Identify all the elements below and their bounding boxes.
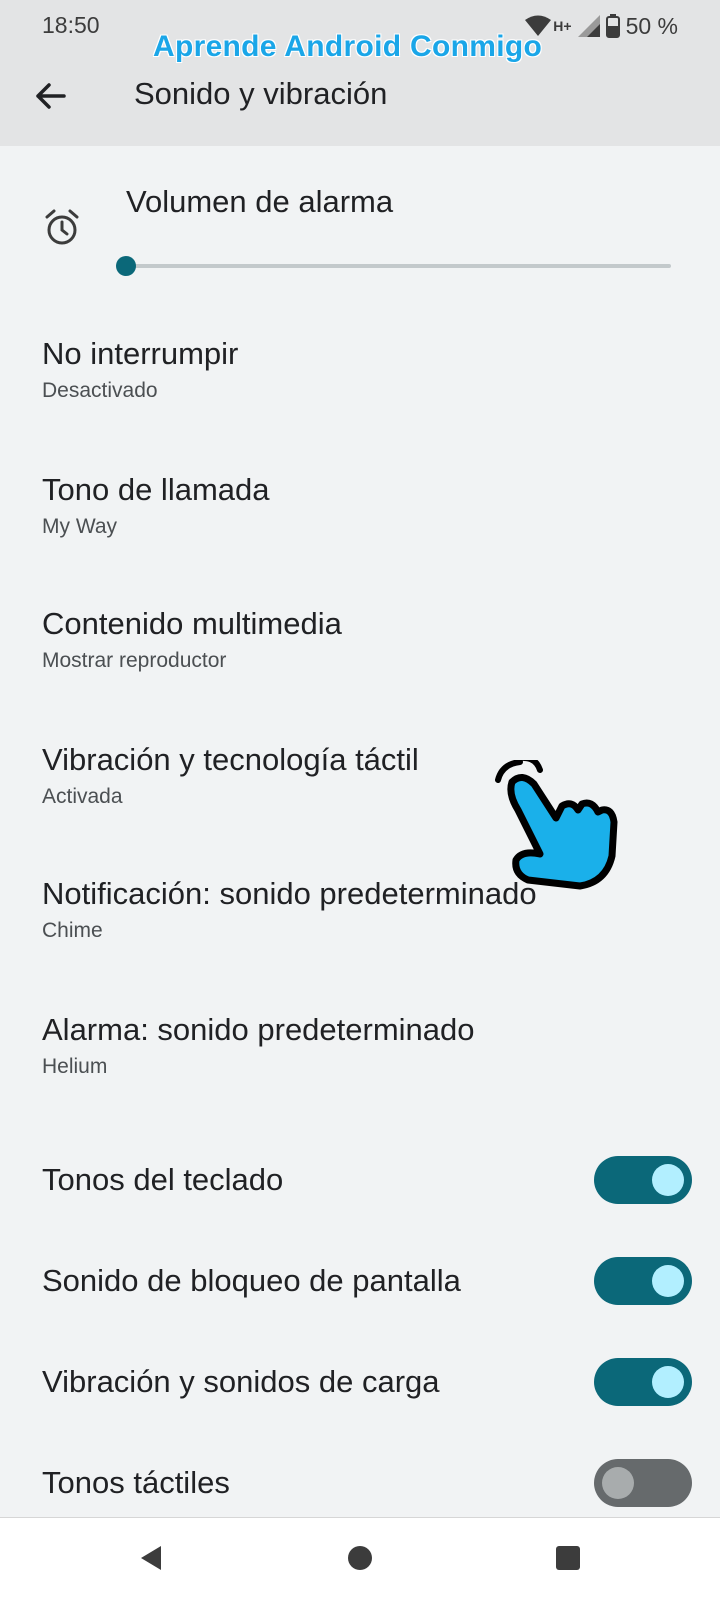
charging-sounds-switch[interactable] [594, 1358, 692, 1406]
setting-title: Contenido multimedia [42, 606, 342, 641]
alarm-volume-slider-thumb[interactable] [116, 256, 136, 276]
toggle-label: Vibración y sonidos de carga [42, 1364, 440, 1399]
nav-back-button[interactable] [131, 1538, 171, 1578]
toggle-label: Sonido de bloqueo de pantalla [42, 1263, 461, 1298]
arrow-left-icon[interactable] [30, 76, 70, 116]
alarm-volume-slider-track[interactable] [126, 264, 671, 268]
alarm-volume-title: Volumen de alarma [126, 184, 394, 219]
battery-percent: 50 % [625, 12, 678, 39]
status-icons: H+ 50 % [525, 10, 678, 42]
touch-sounds-switch[interactable] [594, 1459, 692, 1507]
toggle-row-screen-lock-sound[interactable]: Sonido de bloqueo de pantalla [42, 1256, 692, 1306]
navigation-bar [0, 1517, 720, 1600]
switch-knob [652, 1366, 684, 1398]
setting-title: Tono de llamada [42, 472, 270, 507]
setting-summary: My Way [42, 515, 118, 538]
setting-alarm-sound[interactable]: Alarma: sonido predeterminado Helium [42, 1010, 682, 1082]
switch-knob [652, 1265, 684, 1297]
square-recents-icon [556, 1546, 580, 1570]
switch-knob [652, 1164, 684, 1196]
top-app-bar: 18:50 H+ 50 % Aprende Android Conmigo So… [0, 0, 720, 146]
pointing-hand-icon [495, 760, 618, 890]
setting-summary: Helium [42, 1055, 108, 1078]
status-time: 18:50 [42, 12, 100, 38]
battery-icon [605, 14, 620, 38]
circle-home-icon [348, 1546, 372, 1570]
setting-summary: Desactivado [42, 379, 158, 402]
toggle-row-dial-pad-tones[interactable]: Tonos del teclado [42, 1155, 692, 1205]
setting-summary: Chime [42, 919, 103, 942]
cell-signal-icon [577, 15, 600, 37]
setting-ringtone[interactable]: Tono de llamada My Way [42, 470, 682, 542]
nav-recents-button[interactable] [548, 1538, 588, 1578]
setting-media[interactable]: Contenido multimedia Mostrar reproductor [42, 604, 682, 676]
dial-pad-tones-switch[interactable] [594, 1156, 692, 1204]
toggle-row-charging-sounds[interactable]: Vibración y sonidos de carga [42, 1357, 692, 1407]
page-title: Sonido y vibración [134, 76, 388, 111]
triangle-back-icon [141, 1546, 161, 1570]
toggle-label: Tonos táctiles [42, 1465, 230, 1500]
setting-title: Alarma: sonido predeterminado [42, 1012, 475, 1047]
alarm-clock-icon [45, 209, 79, 245]
setting-do-not-disturb[interactable]: No interrumpir Desactivado [42, 334, 682, 406]
nav-home-button[interactable] [340, 1538, 380, 1578]
watermark-text: Aprende Android Conmigo [153, 30, 543, 63]
setting-title: No interrumpir [42, 336, 239, 371]
setting-summary: Mostrar reproductor [42, 649, 227, 672]
toggle-label: Tonos del teclado [42, 1162, 284, 1197]
screen-lock-sound-switch[interactable] [594, 1257, 692, 1305]
network-type: H+ [553, 18, 572, 34]
switch-knob [602, 1467, 634, 1499]
toggle-row-touch-sounds[interactable]: Tonos táctiles [42, 1458, 692, 1508]
